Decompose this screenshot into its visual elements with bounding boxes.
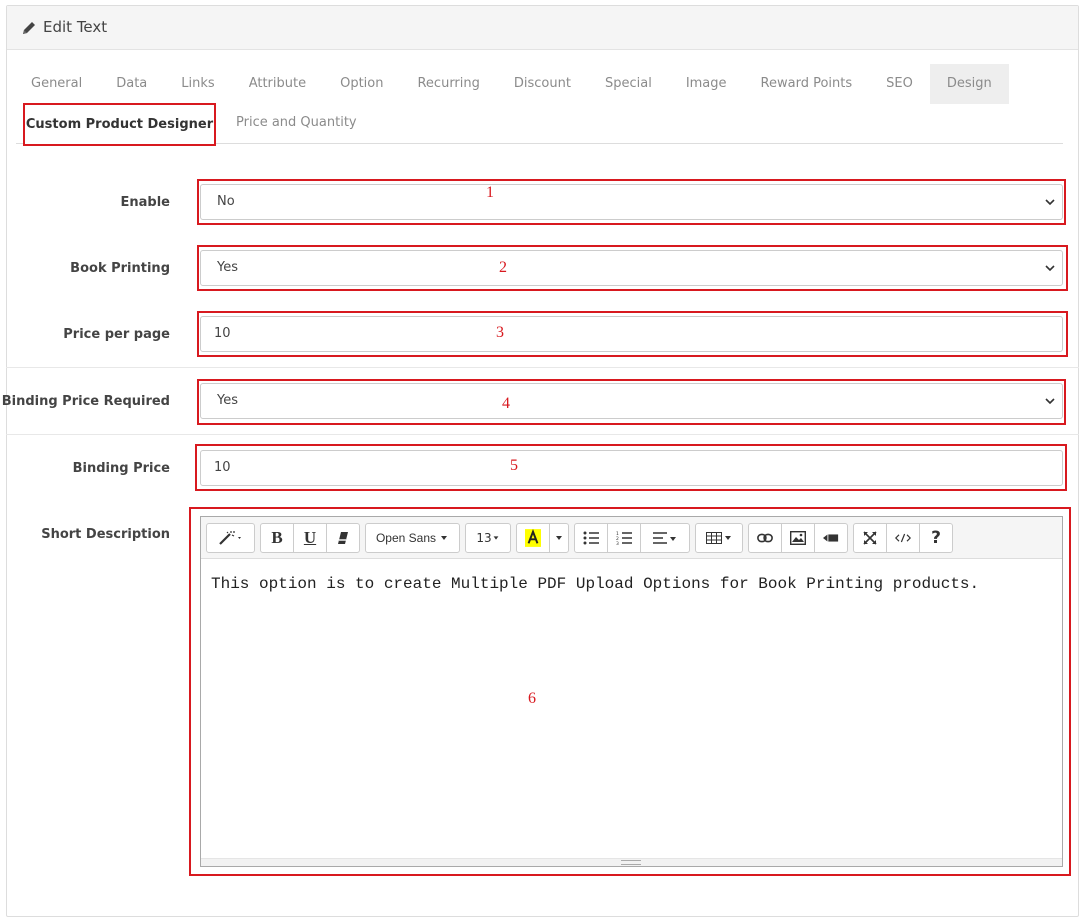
enable-label: Enable [120, 195, 171, 210]
tab-links[interactable]: Links [164, 64, 231, 104]
tab-option[interactable]: Option [323, 64, 400, 104]
ordered-list-button[interactable]: 1 2 3 [607, 523, 641, 553]
editor-resize-handle[interactable] [201, 858, 1062, 866]
help-button[interactable]: ? [919, 523, 953, 553]
price-per-page-input[interactable]: 10 [200, 316, 1063, 352]
caret-down-icon [556, 536, 562, 540]
picture-icon [790, 531, 806, 545]
panel-title: Edit Text [43, 18, 108, 36]
insert-image-button[interactable] [781, 523, 815, 553]
annotation-number-2: 2 [499, 259, 507, 276]
form-divider [6, 367, 1079, 368]
unordered-list-button[interactable] [574, 523, 608, 553]
binding-price-required-select[interactable]: Yes [200, 383, 1063, 419]
font-size-dropdown[interactable]: 13 [465, 523, 511, 553]
tab-reward-points[interactable]: Reward Points [744, 64, 870, 104]
tab-price-and-quantity[interactable]: Price and Quantity [236, 103, 357, 143]
font-color-icon [525, 529, 541, 547]
binding-price-value: 10 [214, 460, 231, 475]
grip-icon [621, 860, 641, 865]
font-family-value: Open Sans [375, 531, 437, 545]
underline-button[interactable]: U [293, 523, 327, 553]
tab-seo[interactable]: SEO [869, 64, 930, 104]
font-family-group: Open Sans [365, 523, 460, 553]
misc-group: ? [853, 523, 953, 553]
highlight-color-button[interactable] [516, 523, 550, 553]
editor-toolbar: B U Open Sans 13 1 2 3 ? [201, 517, 1062, 559]
style-group [206, 523, 255, 553]
tab-recurring[interactable]: Recurring [400, 64, 496, 104]
binding-price-required-value: Yes [217, 393, 238, 408]
font-size-group: 13 [465, 523, 511, 553]
short-description-label: Short Description [41, 527, 170, 542]
annotation-number-4: 4 [502, 395, 510, 412]
eraser-icon [338, 532, 348, 544]
align-left-icon [653, 532, 676, 544]
book-printing-select[interactable]: Yes [200, 250, 1063, 286]
tab-data[interactable]: Data [99, 64, 164, 104]
insert-table-button[interactable] [695, 523, 743, 553]
binding-price-label: Binding Price [72, 461, 170, 476]
form-divider [6, 434, 1079, 435]
insert-link-button[interactable] [748, 523, 782, 553]
panel-heading: Edit Text [7, 6, 1078, 50]
svg-text:3: 3 [616, 541, 619, 546]
magic-wand-icon [218, 531, 241, 545]
chevron-down-icon [1045, 265, 1055, 272]
font-family-dropdown[interactable]: Open Sans [365, 523, 460, 553]
caret-down-icon [493, 536, 499, 540]
chevron-down-icon [1045, 199, 1055, 206]
book-printing-label: Book Printing [70, 261, 170, 276]
tab-general[interactable]: General [14, 64, 99, 104]
binding-price-input[interactable]: 10 [200, 450, 1063, 486]
tab-bar: General Data Links Attribute Option Recu… [14, 64, 1009, 104]
tab-discount[interactable]: Discount [497, 64, 588, 104]
align-dropdown-button[interactable] [640, 523, 690, 553]
clear-format-button[interactable] [326, 523, 360, 553]
style-button[interactable] [206, 523, 255, 553]
font-size-value: 13 [476, 531, 492, 545]
numbered-list-icon: 1 2 3 [616, 531, 632, 546]
price-per-page-label: Price per page [63, 327, 170, 342]
tab-special[interactable]: Special [588, 64, 669, 104]
annotation-number-5: 5 [510, 457, 518, 474]
book-printing-select-value: Yes [217, 260, 238, 275]
code-icon [895, 533, 911, 543]
tab-custom-product-designer[interactable]: Custom Product Designer [23, 103, 216, 146]
annotation-number-1: 1 [486, 184, 494, 201]
pencil-icon [23, 22, 35, 34]
tab-image[interactable]: Image [669, 64, 744, 104]
enable-select[interactable]: No [200, 184, 1063, 220]
color-dropdown-button[interactable] [549, 523, 569, 553]
binding-price-required-label: Binding Price Required [1, 394, 170, 409]
chevron-down-icon [1045, 398, 1055, 405]
rich-text-editor: B U Open Sans 13 1 2 3 ? This option is … [200, 516, 1063, 867]
tab-attribute[interactable]: Attribute [232, 64, 323, 104]
color-group [516, 523, 569, 553]
enable-select-value: No [217, 194, 235, 209]
annotation-number-3: 3 [496, 324, 504, 341]
table-icon [706, 532, 731, 544]
fullscreen-button[interactable] [853, 523, 887, 553]
paragraph-group: 1 2 3 [574, 523, 690, 553]
annotation-number-6: 6 [528, 690, 536, 707]
price-per-page-value: 10 [214, 326, 231, 341]
tab-design[interactable]: Design [929, 64, 1009, 104]
font-style-group: B U [260, 523, 360, 553]
video-icon [823, 534, 839, 542]
bullet-list-icon [583, 531, 599, 545]
caret-down-icon [441, 536, 448, 540]
expand-icon [863, 531, 877, 545]
bold-button[interactable]: B [260, 523, 294, 553]
insert-group [748, 523, 848, 553]
code-view-button[interactable] [886, 523, 920, 553]
link-icon [757, 533, 773, 543]
insert-video-button[interactable] [814, 523, 848, 553]
table-group [695, 523, 743, 553]
editor-content[interactable]: This option is to create Multiple PDF Up… [211, 571, 1031, 597]
